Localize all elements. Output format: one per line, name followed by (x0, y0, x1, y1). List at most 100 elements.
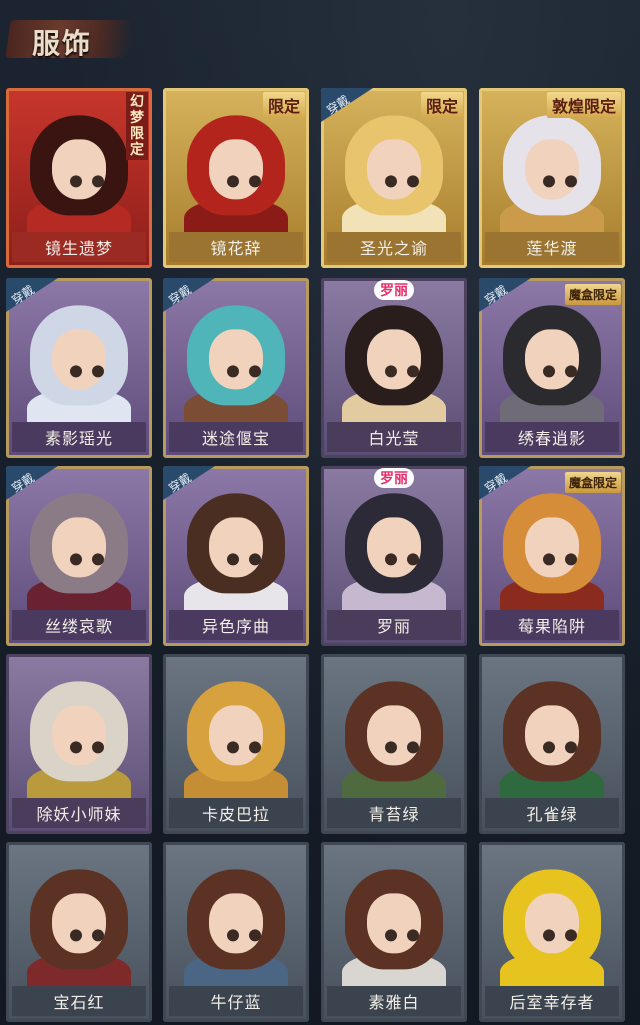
character-eye (249, 929, 261, 942)
costume-card[interactable]: 牛仔蓝 (163, 842, 309, 1022)
limited-badge: 魔盒限定 (564, 284, 621, 305)
character-eye (385, 929, 397, 942)
collab-badge: 罗丽 (374, 280, 414, 300)
character-face (525, 705, 579, 766)
character-eye (565, 365, 577, 378)
character-portrait (12, 848, 146, 986)
collab-badge: 罗丽 (374, 468, 414, 488)
character-face (52, 893, 106, 954)
costume-card[interactable]: 穿戴丝缕哀歌 (6, 466, 152, 646)
character-eye (565, 553, 577, 566)
character-portrait (169, 848, 303, 986)
character-figure (30, 681, 128, 782)
character-face (52, 517, 106, 578)
costume-card[interactable]: 宝石红 (6, 842, 152, 1022)
costume-name: 素雅白 (327, 986, 461, 1016)
costume-card[interactable]: 卡皮巴拉 (163, 654, 309, 834)
equipped-badge: 穿戴 (6, 278, 58, 312)
character-portrait (327, 848, 461, 986)
character-eye (249, 175, 261, 188)
limited-badge: 敦煌限定 (546, 92, 621, 118)
character-eye (92, 741, 104, 754)
character-face (367, 893, 421, 954)
character-eye (92, 175, 104, 188)
character-eye (227, 553, 239, 566)
character-face (367, 329, 421, 390)
character-eye (543, 553, 555, 566)
character-face (209, 893, 263, 954)
character-eye (565, 741, 577, 754)
character-figure (187, 869, 285, 970)
character-eye (70, 553, 82, 566)
costume-card[interactable]: 限定 镜花辞 (163, 88, 309, 268)
character-face (209, 329, 263, 390)
character-eye (385, 741, 397, 754)
character-eye (407, 741, 419, 754)
limited-badge: 魔盒限定 (564, 472, 621, 493)
character-eye (70, 741, 82, 754)
costume-card[interactable]: 穿戴 限定 圣光之谕 (321, 88, 467, 268)
character-eye (92, 929, 104, 942)
character-eye (407, 929, 419, 942)
character-eye (249, 553, 261, 566)
character-portrait (12, 660, 146, 798)
character-figure (187, 681, 285, 782)
character-eye (385, 365, 397, 378)
costume-card[interactable]: 敦煌限定莲华渡 (479, 88, 625, 268)
character-face (525, 893, 579, 954)
costume-card[interactable]: 穿戴 异色序曲 (163, 466, 309, 646)
character-eye (92, 365, 104, 378)
character-eye (407, 553, 419, 566)
equipped-badge: 穿戴 (6, 466, 58, 500)
costume-card[interactable]: 幻梦限定 镜生遗梦 (6, 88, 152, 268)
costume-card[interactable]: 穿戴 魔盒限定绣春逍影 (479, 278, 625, 458)
character-figure (30, 869, 128, 970)
costume-name: 白光莹 (327, 422, 461, 452)
character-face (209, 139, 263, 200)
character-face (525, 329, 579, 390)
character-portrait (327, 472, 461, 610)
costume-card[interactable]: 穿戴素影瑶光 (6, 278, 152, 458)
costume-card[interactable]: 罗丽 白光莹 (321, 278, 467, 458)
page-title: 服饰 (32, 27, 93, 60)
costume-name: 卡皮巴拉 (169, 798, 303, 828)
costume-card[interactable]: 后室幸存者 (479, 842, 625, 1022)
character-figure (30, 115, 128, 216)
character-figure (503, 305, 601, 406)
costume-name: 异色序曲 (169, 610, 303, 640)
costume-name: 牛仔蓝 (169, 986, 303, 1016)
costume-name: 素影瑶光 (12, 422, 146, 452)
character-eye (407, 175, 419, 188)
character-figure (187, 493, 285, 594)
costume-name: 罗丽 (327, 610, 461, 640)
character-eye (249, 741, 261, 754)
costume-name: 丝缕哀歌 (12, 610, 146, 640)
character-figure (30, 493, 128, 594)
character-eye (565, 175, 577, 188)
limited-badge: 限定 (262, 92, 305, 118)
character-eye (227, 175, 239, 188)
character-face (52, 329, 106, 390)
character-eye (407, 365, 419, 378)
costume-card[interactable]: 孔雀绿 (479, 654, 625, 834)
costume-name: 绣春逍影 (485, 422, 619, 452)
character-eye (249, 365, 261, 378)
character-portrait (485, 848, 619, 986)
costume-name: 莲华渡 (485, 232, 619, 262)
limited-badge: 幻梦限定 (126, 92, 148, 160)
costume-card[interactable]: 青苔绿 (321, 654, 467, 834)
character-figure (345, 493, 443, 594)
costume-card[interactable]: 穿戴 迷途偃宝 (163, 278, 309, 458)
character-figure (503, 681, 601, 782)
costume-card[interactable]: 除妖小师妹 (6, 654, 152, 834)
character-figure (345, 115, 443, 216)
section-header: 服饰 (5, 12, 138, 64)
character-face (367, 705, 421, 766)
costume-card[interactable]: 穿戴 魔盒限定 莓果陷阱 (479, 466, 625, 646)
costume-card[interactable]: 素雅白 (321, 842, 467, 1022)
costume-card[interactable]: 罗丽 罗丽 (321, 466, 467, 646)
costume-name: 除妖小师妹 (12, 798, 146, 828)
equipped-badge: 穿戴 (479, 278, 531, 312)
character-figure (345, 305, 443, 406)
character-eye (92, 553, 104, 566)
